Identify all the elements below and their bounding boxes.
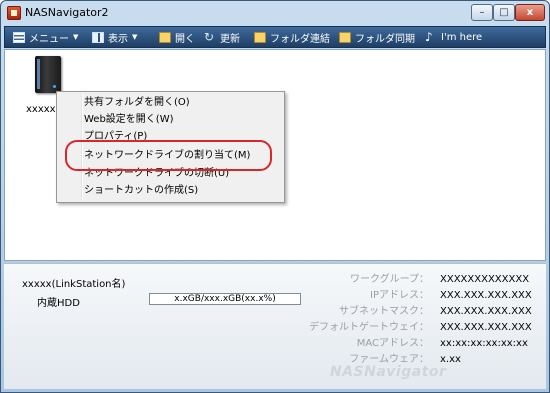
view-icon — [92, 31, 104, 43]
mac-address-value: xx:xx:xx:xx:xx:xx — [440, 338, 528, 349]
default-gateway-value: XXX.XXX.XXX.XXX — [440, 322, 532, 333]
im-here-button[interactable]: ♪ I'm here — [425, 27, 482, 47]
maximize-button[interactable]: □ — [493, 4, 515, 21]
note-icon: ♪ — [425, 29, 433, 44]
toolbar: メニュー ▼ 表示 ▼ 開く ↻ 更新 フォルダ連結 フォルダ同期 ♪ I'm … — [4, 26, 546, 48]
ip-address-label: IPアドレス： — [370, 290, 429, 301]
folder-icon — [254, 31, 266, 43]
im-here-label: I'm here — [441, 31, 483, 43]
ip-address-value: XXX.XXX.XXX.XXX — [440, 290, 532, 301]
view-button[interactable]: 表示 ▼ — [92, 27, 137, 47]
menu-item-open-web-settings[interactable]: Web設定を開く(W) — [84, 112, 174, 128]
hdd-label: 内蔵HDD — [37, 298, 80, 309]
folder-link-label: フォルダ連結 — [270, 33, 330, 45]
open-label: 開く — [175, 33, 195, 45]
close-button[interactable]: x — [515, 4, 545, 21]
subnet-mask-label: サブネットマスク： — [339, 306, 429, 317]
highlight-annotation — [65, 140, 272, 171]
menu-icon — [13, 31, 25, 43]
folder-sync-label: フォルダ同期 — [355, 33, 415, 45]
refresh-button[interactable]: ↻ 更新 — [204, 27, 240, 47]
nas-name: xxxxx(LinkStation名) — [22, 279, 126, 290]
minimize-button[interactable]: – — [471, 4, 493, 21]
folder-sync-button[interactable]: フォルダ同期 — [339, 27, 415, 47]
refresh-icon: ↻ — [204, 29, 215, 44]
chevron-down-icon: ▼ — [73, 33, 79, 41]
menu-item-create-shortcut[interactable]: ショートカットの作成(S) — [84, 183, 198, 199]
nasnavigator-watermark: NASNavigator — [330, 364, 447, 380]
open-button[interactable]: 開く — [159, 27, 195, 47]
nas-device-icon[interactable] — [35, 56, 61, 93]
default-gateway-label: デフォルトゲートウェイ： — [309, 322, 429, 333]
title-bar[interactable]: NASNavigator2 – □ x — [1, 1, 549, 25]
workgroup-label: ワークグループ： — [350, 274, 429, 285]
menu-button[interactable]: メニュー ▼ — [13, 27, 78, 47]
app-icon — [7, 6, 21, 20]
menu-item-open-shared-folder[interactable]: 共有フォルダを開く(O) — [84, 95, 190, 111]
refresh-label: 更新 — [220, 33, 240, 45]
chevron-down-icon: ▼ — [132, 33, 138, 41]
subnet-mask-value: XXX.XXX.XXX.XXX — [440, 306, 532, 317]
folder-icon — [159, 31, 171, 43]
app-window: NASNavigator2 – □ x メニュー ▼ 表示 ▼ 開く ↻ 更新 … — [0, 0, 550, 393]
view-label: 表示 — [108, 33, 128, 45]
menu-label: メニュー — [29, 33, 69, 45]
window-title: NASNavigator2 — [25, 6, 109, 19]
workgroup-value: XXXXXXXXXXXXX — [440, 274, 530, 285]
mac-address-label: MACアドレス： — [356, 338, 429, 349]
folder-icon — [339, 31, 351, 43]
folder-link-button[interactable]: フォルダ連結 — [254, 27, 330, 47]
info-panel: xxxxx(LinkStation名) 内蔵HDD x.xGB/xxx.xGB(… — [4, 263, 546, 389]
